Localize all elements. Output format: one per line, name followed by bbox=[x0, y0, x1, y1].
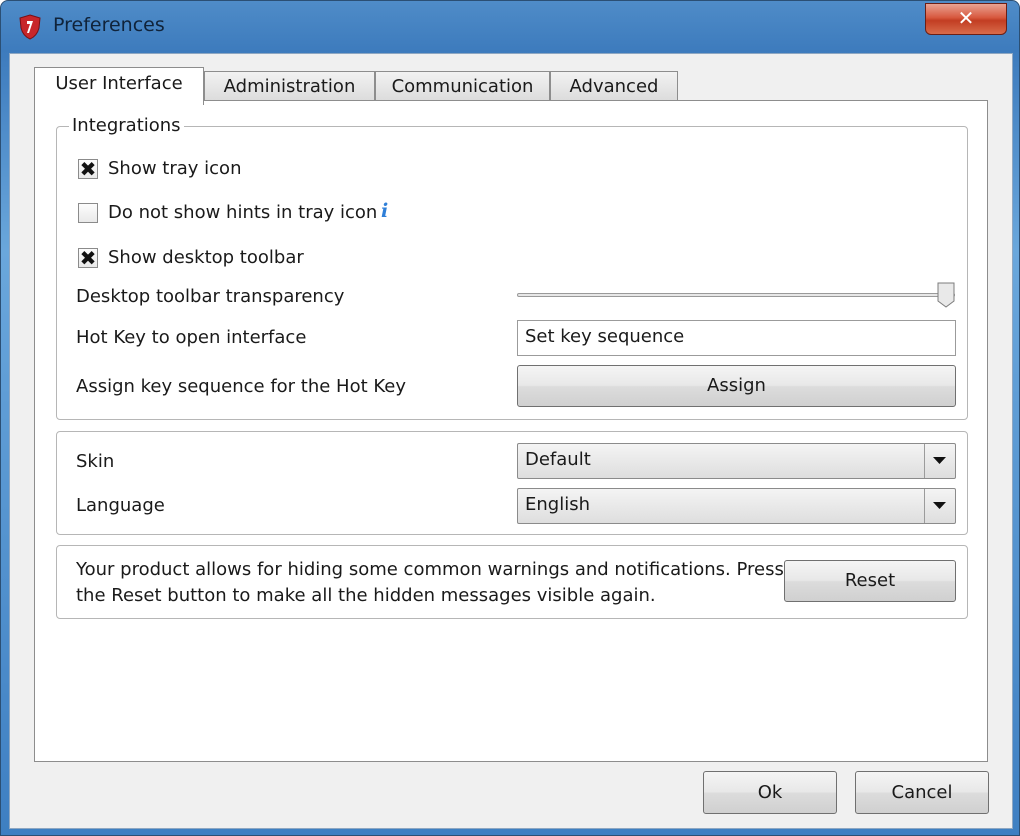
reset-description-line-1: Your product allows for hiding some comm… bbox=[76, 559, 784, 580]
skin-label: Skin bbox=[76, 451, 115, 472]
tab-communication[interactable]: Communication bbox=[375, 71, 550, 103]
transparency-label: Desktop toolbar transparency bbox=[76, 286, 345, 307]
language-select[interactable]: English bbox=[517, 488, 956, 524]
skin-selected-value: Default bbox=[525, 449, 591, 470]
checkbox-checked-icon: ✖ bbox=[79, 246, 97, 270]
tab-panel-user-interface: Integrations ✖ Show tray icon Do not sho… bbox=[34, 100, 988, 762]
tab-administration[interactable]: Administration bbox=[204, 71, 375, 103]
close-button[interactable]: ✕ bbox=[925, 3, 1007, 35]
assign-label: Assign key sequence for the Hot Key bbox=[76, 376, 407, 397]
cancel-button[interactable]: Cancel bbox=[855, 771, 989, 814]
hotkey-input[interactable]: Set key sequence bbox=[517, 320, 956, 356]
reset-button[interactable]: Reset bbox=[784, 560, 956, 602]
tab-user-interface[interactable]: User Interface bbox=[34, 67, 204, 105]
show-tray-icon-checkbox[interactable]: ✖ bbox=[78, 157, 98, 181]
show-desktop-toolbar-label[interactable]: Show desktop toolbar bbox=[108, 247, 304, 268]
show-desktop-toolbar-checkbox[interactable]: ✖ bbox=[78, 246, 98, 270]
title-bar[interactable]: Preferences ✕ bbox=[1, 1, 1019, 53]
skin-select[interactable]: Default bbox=[517, 443, 956, 479]
appearance-group: Skin Default Language English bbox=[56, 431, 968, 535]
transparency-slider-thumb[interactable] bbox=[937, 282, 955, 308]
reset-group: Your product allows for hiding some comm… bbox=[56, 545, 968, 619]
dialog-client-area: User Interface Administration Communicat… bbox=[9, 53, 1013, 829]
checkbox-checked-icon: ✖ bbox=[79, 157, 97, 181]
reset-description: Your product allows for hiding some comm… bbox=[76, 557, 784, 609]
preferences-window: Preferences ✕ User Interface Administrat… bbox=[0, 0, 1020, 836]
chevron-down-icon[interactable] bbox=[924, 444, 955, 478]
shield-icon bbox=[19, 14, 41, 40]
close-icon: ✕ bbox=[957, 6, 975, 30]
tab-advanced[interactable]: Advanced bbox=[550, 71, 678, 103]
ok-button[interactable]: Ok bbox=[703, 771, 837, 814]
language-label: Language bbox=[76, 495, 165, 516]
no-hints-checkbox[interactable] bbox=[78, 203, 98, 223]
chevron-down-icon[interactable] bbox=[924, 489, 955, 523]
integrations-legend: Integrations bbox=[69, 115, 184, 136]
hotkey-label: Hot Key to open interface bbox=[76, 327, 307, 348]
window-title: Preferences bbox=[53, 14, 165, 36]
transparency-slider-track[interactable] bbox=[517, 293, 955, 297]
show-tray-icon-label[interactable]: Show tray icon bbox=[108, 158, 241, 179]
assign-button[interactable]: Assign bbox=[517, 365, 956, 407]
info-icon[interactable]: i bbox=[381, 200, 388, 222]
language-selected-value: English bbox=[525, 494, 590, 515]
no-hints-label[interactable]: Do not show hints in tray icon bbox=[108, 202, 377, 223]
integrations-group: Integrations ✖ Show tray icon Do not sho… bbox=[56, 115, 968, 420]
reset-description-line-2: the Reset button to make all the hidden … bbox=[76, 585, 656, 606]
